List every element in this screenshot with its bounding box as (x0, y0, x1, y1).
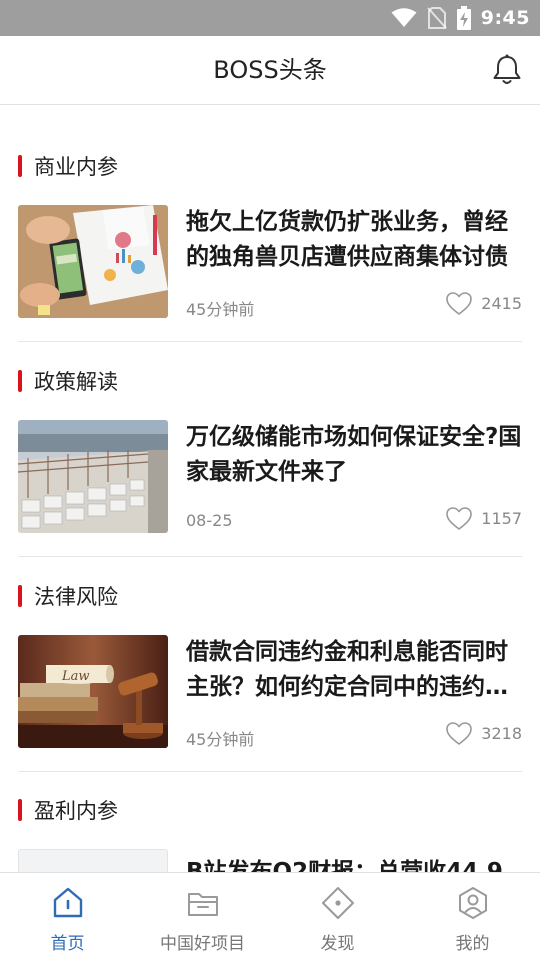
section-title: 政策解读 (34, 370, 118, 394)
status-icons: 9:45 (391, 0, 530, 36)
article-thumbnail[interactable] (18, 849, 168, 872)
like-group[interactable]: 1157 (445, 506, 522, 531)
section-header: 政策解读 (18, 368, 118, 394)
article-title[interactable]: B站发布Q2财报：总营收44.9亿 (186, 855, 523, 872)
like-count: 2415 (481, 294, 522, 313)
heart-icon[interactable] (445, 721, 473, 746)
like-count: 1157 (481, 509, 522, 528)
article-thumbnail[interactable] (18, 205, 168, 318)
nav-label: 发现 (320, 934, 355, 954)
article-thumbnail[interactable] (18, 420, 168, 533)
section-header: 商业内参 (18, 153, 118, 179)
article-title[interactable]: 万亿级储能市场如何保证安全?国家最新文件来了 (186, 420, 523, 490)
divider (18, 771, 522, 772)
article-card[interactable]: B站发布Q2财报：总营收44.9亿 (18, 849, 522, 872)
nav-item-home[interactable]: 首页 (0, 873, 135, 960)
like-count: 3218 (481, 724, 522, 743)
section-header: 法律风险 (18, 583, 118, 609)
divider (18, 341, 522, 342)
news-feed[interactable]: 商业内参 拖欠上亿货款仍扩张业务，曾经的独角兽贝店遭供应商集体讨债 45分钟前 … (0, 105, 540, 872)
nav-label: 我的 (455, 934, 490, 954)
nav-item-discover[interactable]: 发现 (270, 873, 405, 960)
page-title: BOSS头条 (213, 56, 327, 84)
bell-icon[interactable] (490, 53, 524, 87)
section-title: 商业内参 (34, 155, 118, 179)
article-thumbnail[interactable]: Law (18, 635, 168, 748)
article-card[interactable]: Law 借款合同违约金和利息能否同时主张？如何约定合同中的违约金与利息 45分钟… (18, 635, 522, 749)
divider (18, 556, 522, 557)
section-accent-bar (18, 585, 22, 607)
nav-label: 中国好项目 (160, 934, 245, 954)
article-time: 45分钟前 (186, 300, 255, 319)
folder-icon (187, 893, 218, 916)
article-title[interactable]: 拖欠上亿货款仍扩张业务，曾经的独角兽贝店遭供应商集体讨债 (186, 205, 523, 275)
no-sim-icon (426, 7, 447, 29)
compass-icon (321, 887, 354, 919)
bottom-nav: 首页 中国好项目 发现 我的 (0, 872, 540, 960)
battery-charging-icon (456, 6, 471, 30)
nav-item-profile[interactable]: 我的 (405, 873, 540, 960)
app-header: BOSS头条 (0, 36, 540, 105)
nav-item-projects[interactable]: 中国好项目 (135, 873, 270, 960)
like-group[interactable]: 3218 (445, 721, 522, 746)
article-card[interactable]: 万亿级储能市场如何保证安全?国家最新文件来了 08-25 1157 (18, 420, 522, 534)
status-time: 9:45 (480, 7, 530, 29)
article-time: 08-25 (186, 511, 233, 530)
like-group[interactable]: 2415 (445, 291, 522, 316)
section-accent-bar (18, 155, 22, 177)
section-title: 盈利内参 (34, 799, 118, 823)
heart-icon[interactable] (445, 291, 473, 316)
svg-text:Law: Law (61, 669, 90, 684)
heart-icon[interactable] (445, 506, 473, 531)
article-card[interactable]: 拖欠上亿货款仍扩张业务，曾经的独角兽贝店遭供应商集体讨债 45分钟前 2415 (18, 205, 522, 319)
status-bar: 9:45 (0, 0, 540, 36)
section-accent-bar (18, 370, 22, 392)
home-icon (53, 887, 82, 918)
section-header: 盈利内参 (18, 797, 118, 823)
article-time: 45分钟前 (186, 730, 255, 749)
article-title[interactable]: 借款合同违约金和利息能否同时主张？如何约定合同中的违约金与利息 (186, 635, 523, 705)
section-title: 法律风险 (34, 585, 118, 609)
nav-label: 首页 (50, 934, 85, 954)
wifi-icon (391, 8, 417, 27)
section-accent-bar (18, 799, 22, 821)
profile-icon (458, 887, 487, 919)
